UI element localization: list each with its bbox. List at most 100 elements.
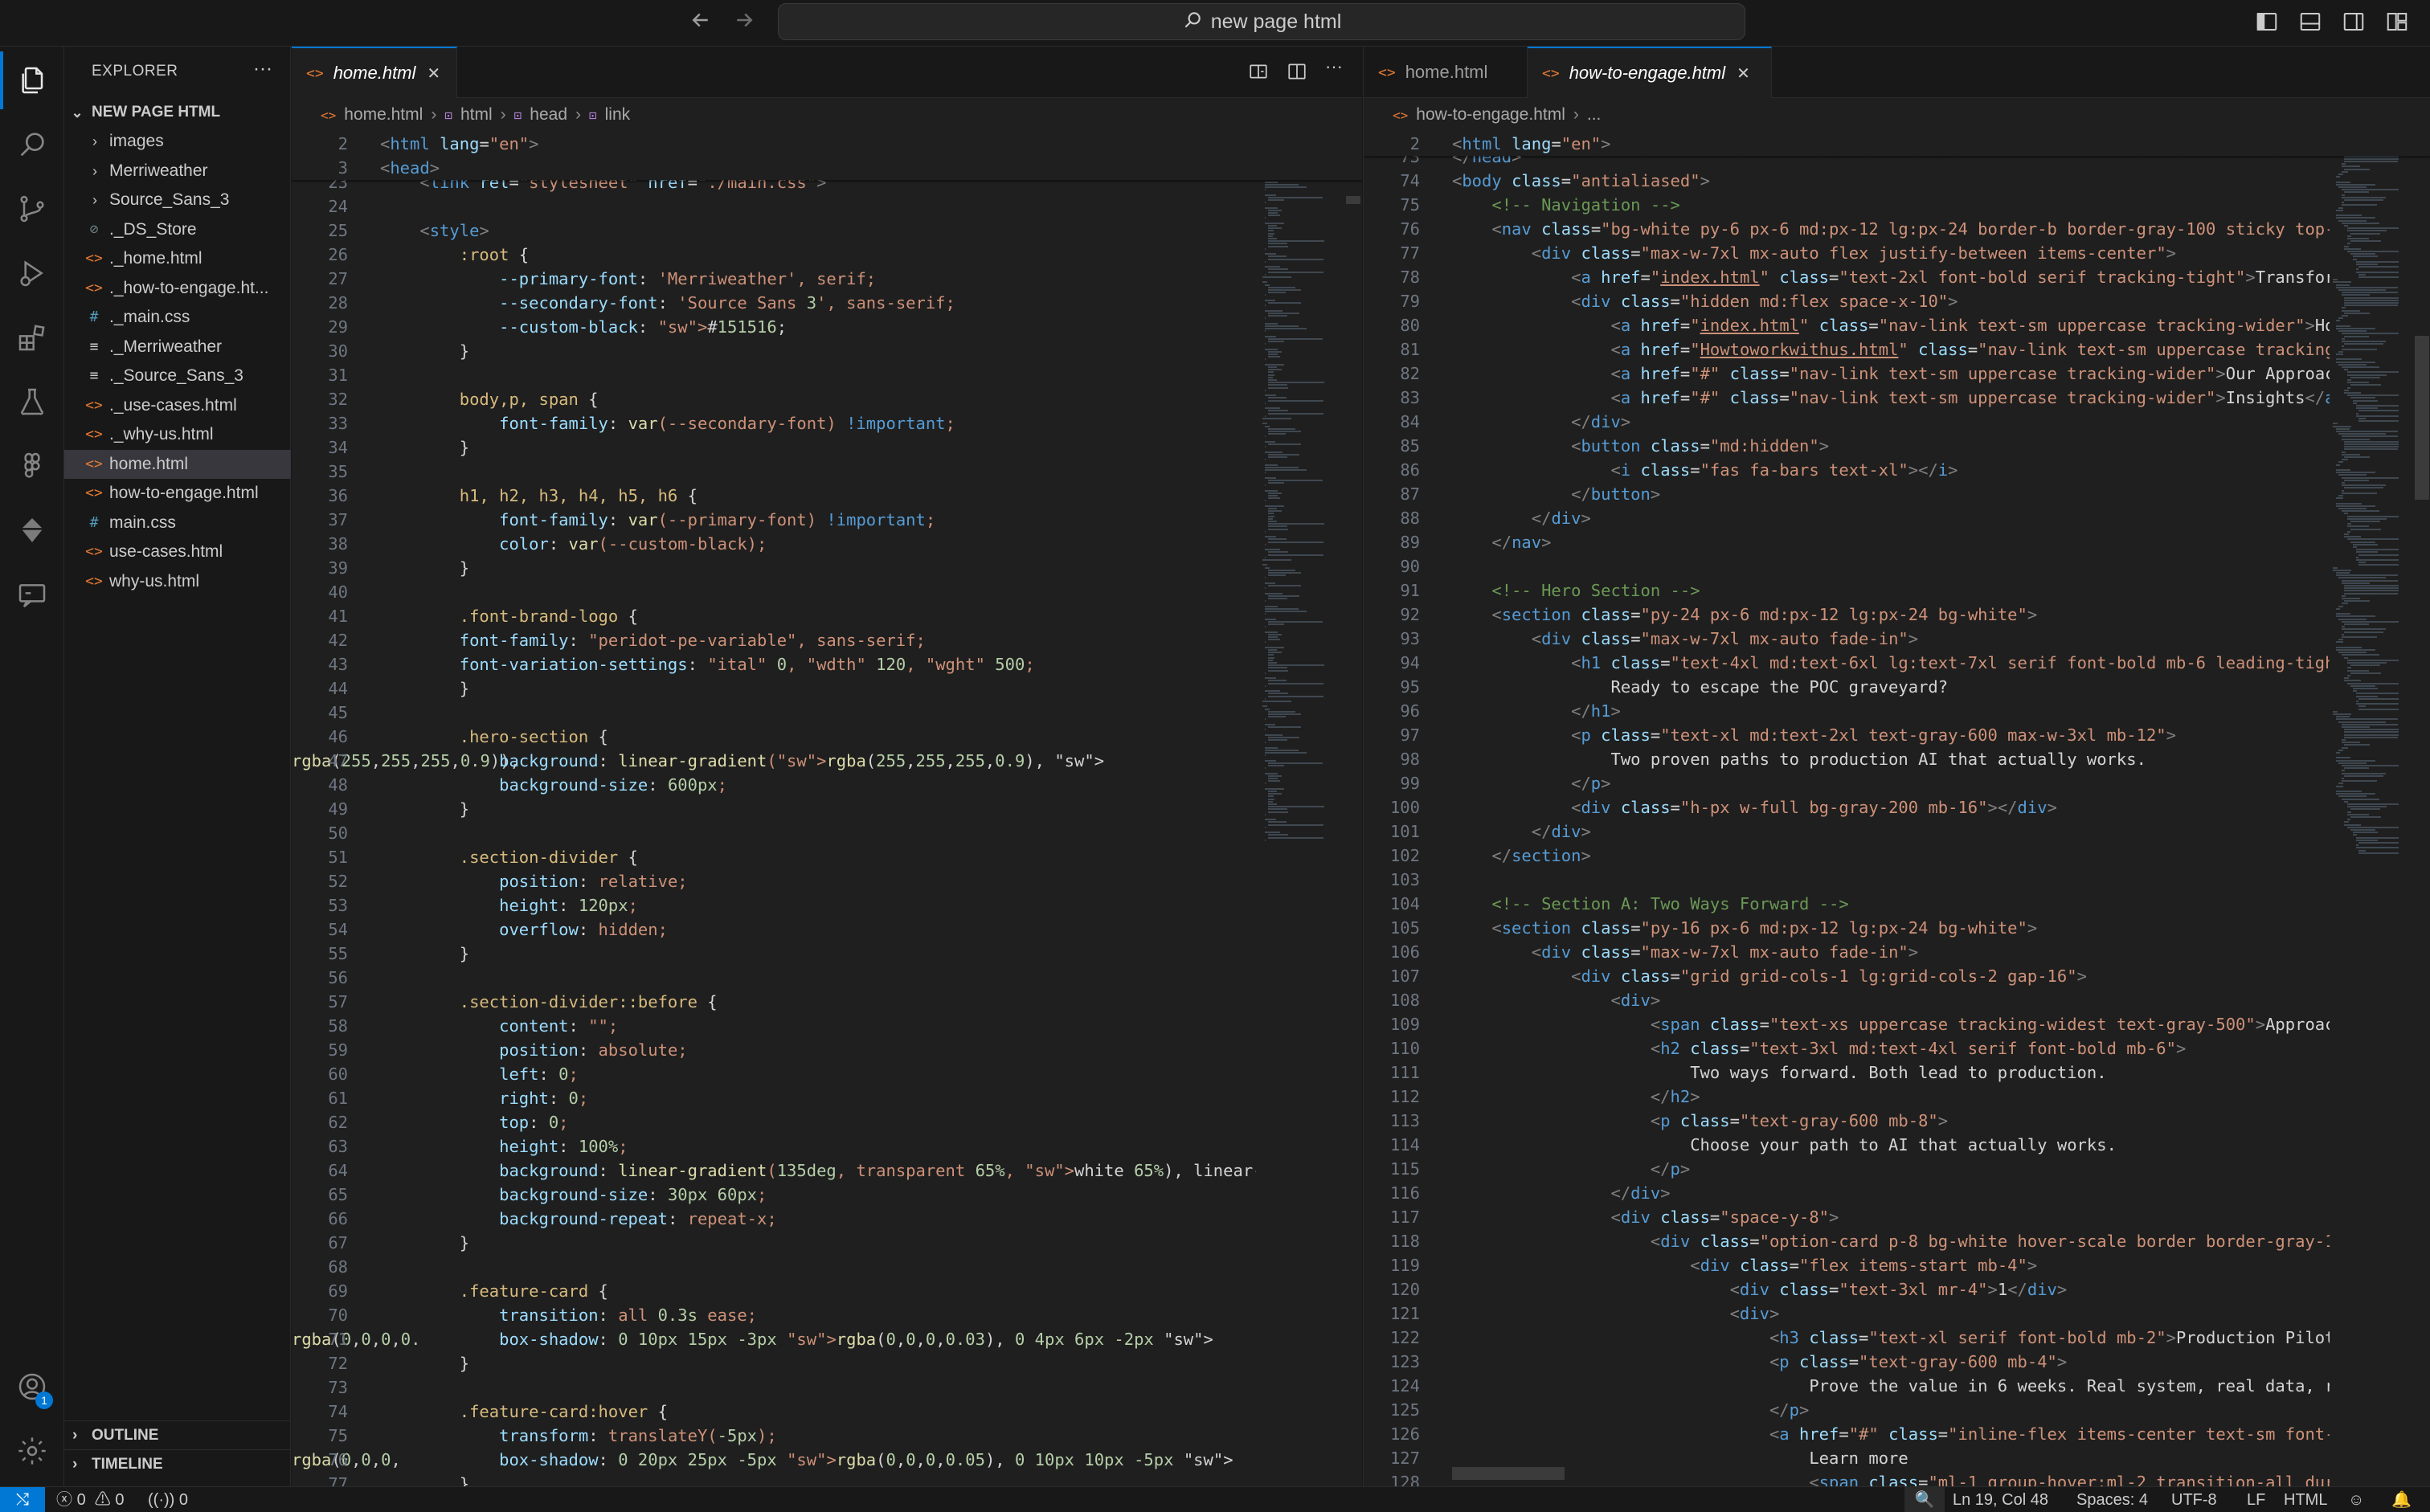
code-line[interactable]: 38 color: var(--custom-black); (292, 532, 1362, 556)
code-line[interactable]: 51 .section-divider { (292, 845, 1362, 869)
code-line[interactable]: 98 Two proven paths to production AI tha… (1364, 747, 2430, 771)
code-line[interactable]: 117 <div class="space-y-8"> (1364, 1205, 2430, 1229)
code-line[interactable]: 94 <h1 class="text-4xl md:text-6xl lg:te… (1364, 651, 2430, 675)
search-icon[interactable] (0, 116, 64, 174)
code-line[interactable]: 41 .font-brand-logo { (292, 604, 1362, 628)
code-line[interactable]: 122 <h3 class="text-xl serif font-bold m… (1364, 1326, 2430, 1350)
code-line[interactable]: 25 <style> (292, 219, 1362, 243)
breadcrumb-item[interactable]: link (605, 105, 631, 125)
code-line[interactable]: 75 transform: translateY(-5px); (292, 1424, 1362, 1448)
problems-indicator[interactable]: ⓧ 0 ⚠ 0 (56, 1487, 125, 1512)
code-line[interactable]: 60 left: 0; (292, 1062, 1362, 1086)
code-line[interactable]: 118 <div class="option-card p-8 bg-white… (1364, 1229, 2430, 1253)
code-line[interactable]: 116 </div> (1364, 1181, 2430, 1205)
code-line[interactable]: 44 } (292, 676, 1362, 701)
code-line[interactable]: 49 } (292, 797, 1362, 821)
code-line[interactable]: 70 transition: all 0.3s ease; (292, 1303, 1362, 1327)
code-line[interactable]: 65 background-size: 30px 60px; (292, 1183, 1362, 1207)
breadcrumb-item[interactable]: head (530, 105, 567, 125)
zoom-icon[interactable]: 🔍 (1904, 1487, 1945, 1512)
code-line[interactable]: 75 <!-- Navigation --> (1364, 193, 2430, 217)
code-line[interactable]: 55 } (292, 942, 1362, 966)
code-line[interactable]: 63 height: 100%; (292, 1134, 1362, 1159)
code-line[interactable]: 104 <!-- Section A: Two Ways Forward --> (1364, 892, 2430, 916)
command-center-search[interactable]: new page html (778, 3, 1745, 40)
minimap[interactable] (1256, 132, 1344, 1486)
indentation[interactable]: Spaces: 4 (2076, 1487, 2148, 1512)
code-line[interactable]: 121 <div> (1364, 1302, 2430, 1326)
file-tree-item[interactable]: <> use-cases.html (64, 537, 291, 566)
code-line[interactable]: 33 font-family: var(--secondary-font) !i… (292, 411, 1362, 435)
code-line[interactable]: 93 <div class="max-w-7xl mx-auto fade-in… (1364, 627, 2430, 651)
code-line[interactable]: 34 } (292, 435, 1362, 460)
gear-icon[interactable] (0, 1422, 64, 1480)
code-line[interactable]: 100 <div class="h-px w-full bg-gray-200 … (1364, 795, 2430, 819)
code-line[interactable]: 91 <!-- Hero Section --> (1364, 578, 2430, 603)
code-line[interactable]: 56 (292, 966, 1362, 990)
breadcrumb-item[interactable]: html (460, 105, 493, 125)
code-line[interactable]: 83 <a href="#" class="nav-link text-sm u… (1364, 386, 2430, 410)
source-control-icon[interactable] (0, 180, 64, 238)
code-line[interactable]: 108 <div> (1364, 988, 2430, 1012)
code-line[interactable]: 77 <div class="max-w-7xl mx-auto flex ju… (1364, 241, 2430, 265)
code-line[interactable]: 77 } (292, 1472, 1362, 1486)
code-line[interactable]: 31 (292, 363, 1362, 387)
code-line[interactable]: 73 (292, 1375, 1362, 1400)
code-editor[interactable]: 2<html lang="en">3<head>23 <link rel="st… (292, 132, 1362, 1486)
code-line[interactable]: 126 <a href="#" class="inline-flex items… (1364, 1422, 2430, 1446)
code-line[interactable]: 109 <span class="text-xs uppercase track… (1364, 1012, 2430, 1036)
deploy-icon[interactable] (0, 501, 64, 559)
code-line[interactable]: 69 .feature-card { (292, 1279, 1362, 1303)
code-line[interactable]: 47 background: linear-gradient("sw">rgba… (292, 749, 1362, 773)
code-line[interactable]: 54 overflow: hidden; (292, 917, 1362, 942)
horizontal-scrollbar-thumb[interactable] (1452, 1467, 1565, 1480)
code-line[interactable]: 76 <nav class="bg-white py-6 px-6 md:px-… (1364, 217, 2430, 241)
file-tree-item[interactable]: › images (64, 127, 291, 156)
file-tree-item[interactable]: <> why-us.html (64, 567, 291, 596)
code-editor[interactable]: 2<html lang="en">73</head>74<body class=… (1364, 132, 2430, 1486)
code-line[interactable]: 24 (292, 194, 1362, 219)
code-line[interactable]: 30 } (292, 339, 1362, 363)
code-line[interactable]: 112 </h2> (1364, 1085, 2430, 1109)
figma-icon[interactable] (0, 437, 64, 495)
file-tree-item[interactable]: # ._main.css (64, 303, 291, 332)
code-line[interactable]: 105 <section class="py-16 px-6 md:px-12 … (1364, 916, 2430, 940)
file-tree-item[interactable]: ⊘ ._DS_Store (64, 215, 291, 244)
file-tree-item[interactable]: <> home.html (64, 449, 291, 479)
run-debug-icon[interactable] (0, 244, 64, 302)
sticky-scroll-line[interactable]: 3 <head> (292, 156, 1362, 180)
arrow-left-icon[interactable] (685, 8, 717, 39)
code-line[interactable]: 115 </p> (1364, 1157, 2430, 1181)
code-line[interactable]: 27 --primary-font: 'Merriweather', serif… (292, 267, 1362, 291)
breadcrumb-item[interactable]: ... (1587, 105, 1602, 125)
code-line[interactable]: 89 </nav> (1364, 530, 2430, 554)
code-line[interactable]: 57 .section-divider::before { (292, 990, 1362, 1014)
extensions-icon[interactable] (0, 309, 64, 366)
split-editor-icon[interactable] (1287, 61, 1307, 87)
more-actions-icon[interactable]: ··· (1325, 56, 1343, 77)
arrow-right-icon[interactable] (728, 8, 760, 39)
close-icon[interactable]: ✕ (1737, 63, 1750, 84)
explorer-icon[interactable] (0, 51, 64, 109)
file-tree-item[interactable]: # main.css (64, 509, 291, 537)
close-icon[interactable]: ✕ (427, 63, 440, 84)
code-line[interactable]: 99 </p> (1364, 771, 2430, 795)
code-line[interactable]: 29 --custom-black: "sw">#151516; (292, 315, 1362, 339)
file-tree-item[interactable]: <> ._why-us.html (64, 420, 291, 449)
end-of-line[interactable]: LF (2247, 1487, 2265, 1512)
sticky-scroll-line[interactable]: 2 <html lang="en"> (1364, 132, 2430, 156)
file-tree-item[interactable]: <> ._how-to-engage.ht... (64, 274, 291, 303)
code-line[interactable]: 113 <p class="text-gray-600 mb-8"> (1364, 1109, 2430, 1133)
code-line[interactable]: 78 <a href="index.html" class="text-2xl … (1364, 265, 2430, 289)
code-line[interactable]: 37 font-family: var(--primary-font) !imp… (292, 508, 1362, 532)
file-tree-item[interactable]: › Merriweather (64, 157, 291, 186)
tab-home-html[interactable]: <> home.html ✕ (292, 47, 457, 98)
outline-section[interactable]: › OUTLINE (64, 1420, 291, 1449)
cursor-position[interactable]: Ln 19, Col 48 (1953, 1487, 2048, 1512)
code-line[interactable]: 52 position: relative; (292, 869, 1362, 893)
code-line[interactable]: 80 <a href="index.html" class="nav-link … (1364, 313, 2430, 337)
file-tree-item[interactable]: <> how-to-engage.html (64, 479, 291, 508)
code-line[interactable]: 40 (292, 580, 1362, 604)
timeline-section[interactable]: › TIMELINE (64, 1449, 291, 1478)
code-line[interactable]: 103 (1364, 868, 2430, 892)
